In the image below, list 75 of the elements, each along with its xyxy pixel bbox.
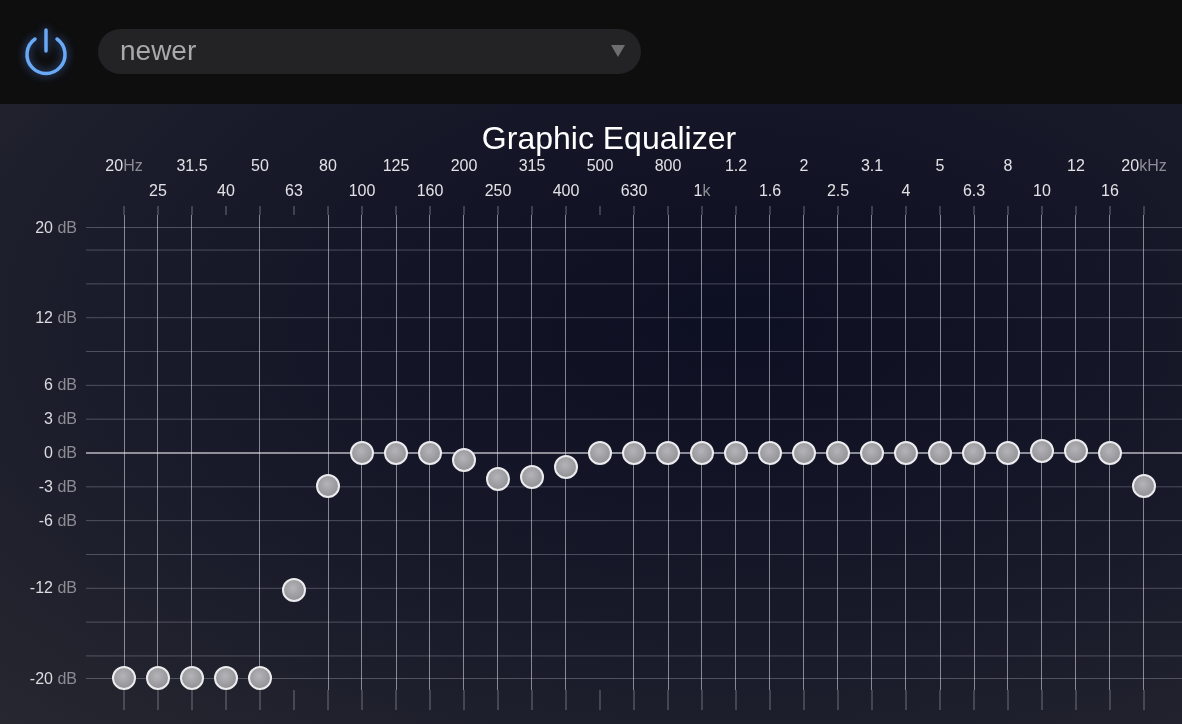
frequency-label: 200 <box>450 156 478 176</box>
slider-thumb[interactable] <box>214 666 238 690</box>
frequency-label: 80 <box>319 156 337 176</box>
frequency-label: 50 <box>251 156 269 176</box>
db-label: 0 dB <box>44 443 77 463</box>
frequency-label: 16 <box>1101 181 1119 201</box>
frequency-label: 20kHz <box>1121 156 1167 176</box>
slider-thumb[interactable] <box>1098 440 1122 465</box>
frequency-label: 125 <box>382 156 410 176</box>
slider-thumb[interactable] <box>826 440 850 465</box>
slider-thumb[interactable] <box>418 440 442 465</box>
slider-thumb[interactable] <box>792 440 816 465</box>
frequency-label: 10 <box>1033 181 1051 201</box>
db-label: -20 dB <box>29 668 77 689</box>
slider-thumb[interactable] <box>962 440 986 465</box>
db-label: -12 dB <box>29 578 77 599</box>
frequency-label: 250 <box>484 181 512 201</box>
frequency-label: 25 <box>149 181 167 201</box>
slider-thumb[interactable] <box>588 440 612 465</box>
frequency-label: 500 <box>586 156 614 176</box>
frequency-label: 630 <box>620 181 648 201</box>
frequency-label: 2.5 <box>826 181 850 201</box>
slider-thumb[interactable] <box>928 440 952 465</box>
frequency-label: 5 <box>935 156 945 176</box>
slider-thumb[interactable] <box>112 666 136 690</box>
slider-thumb[interactable] <box>146 666 170 690</box>
slider-thumb[interactable] <box>894 440 918 465</box>
frequency-label: 400 <box>552 181 580 201</box>
slider-thumb[interactable] <box>1132 474 1156 499</box>
slider-thumb[interactable] <box>282 578 306 603</box>
frequency-label: 160 <box>416 181 444 201</box>
frequency-label: 63 <box>285 181 303 201</box>
frequency-label: 31.5 <box>176 156 208 176</box>
frequency-label: 1.6 <box>758 181 782 201</box>
slider-thumb[interactable] <box>656 440 680 465</box>
frequency-label: 40 <box>217 181 235 201</box>
frequency-label: 800 <box>654 156 682 176</box>
slider-thumb[interactable] <box>1030 438 1054 463</box>
slider-thumb[interactable] <box>180 666 204 690</box>
slider-thumb[interactable] <box>622 440 646 465</box>
preset-dropdown[interactable]: newer <box>98 28 641 74</box>
frequency-label: 12 <box>1067 156 1085 176</box>
slider-thumb[interactable] <box>384 440 408 465</box>
frequency-label: 8 <box>1003 156 1013 176</box>
slider-thumb[interactable] <box>724 440 748 465</box>
caret-icon <box>611 45 625 57</box>
slider-thumb[interactable] <box>554 454 578 479</box>
frequency-label: 1k <box>693 181 711 201</box>
frequency-label: 20Hz <box>105 156 143 176</box>
slider-thumb[interactable] <box>486 467 510 492</box>
slider-thumb[interactable] <box>316 474 340 499</box>
slider-thumb[interactable] <box>690 440 714 465</box>
slider-thumb[interactable] <box>758 440 782 465</box>
preset-value: newer <box>120 35 197 67</box>
frequency-label: 2 <box>799 156 809 176</box>
frequency-label: 1.2 <box>724 156 748 176</box>
slider-thumb[interactable] <box>520 464 544 489</box>
db-label: 3 dB <box>44 409 77 430</box>
db-label: -3 dB <box>38 476 77 497</box>
slider-thumb[interactable] <box>350 440 374 465</box>
frequency-label: 3.1 <box>860 156 884 176</box>
frequency-label: 6.3 <box>962 181 986 201</box>
slider-thumb[interactable] <box>860 440 884 465</box>
slider-thumb[interactable] <box>452 447 476 472</box>
db-label: -6 dB <box>38 510 77 531</box>
db-label: 6 dB <box>44 375 77 396</box>
frequency-label: 315 <box>518 156 546 176</box>
slider-thumb[interactable] <box>996 440 1020 465</box>
panel-title: Graphic Equalizer <box>480 119 738 156</box>
frequency-label: 4 <box>901 181 911 201</box>
slider-thumb[interactable] <box>1064 438 1088 463</box>
frequency-label: 100 <box>348 181 376 201</box>
slider-thumb[interactable] <box>248 666 272 690</box>
db-label: 20 dB <box>35 217 77 238</box>
db-label: 12 dB <box>35 307 77 328</box>
